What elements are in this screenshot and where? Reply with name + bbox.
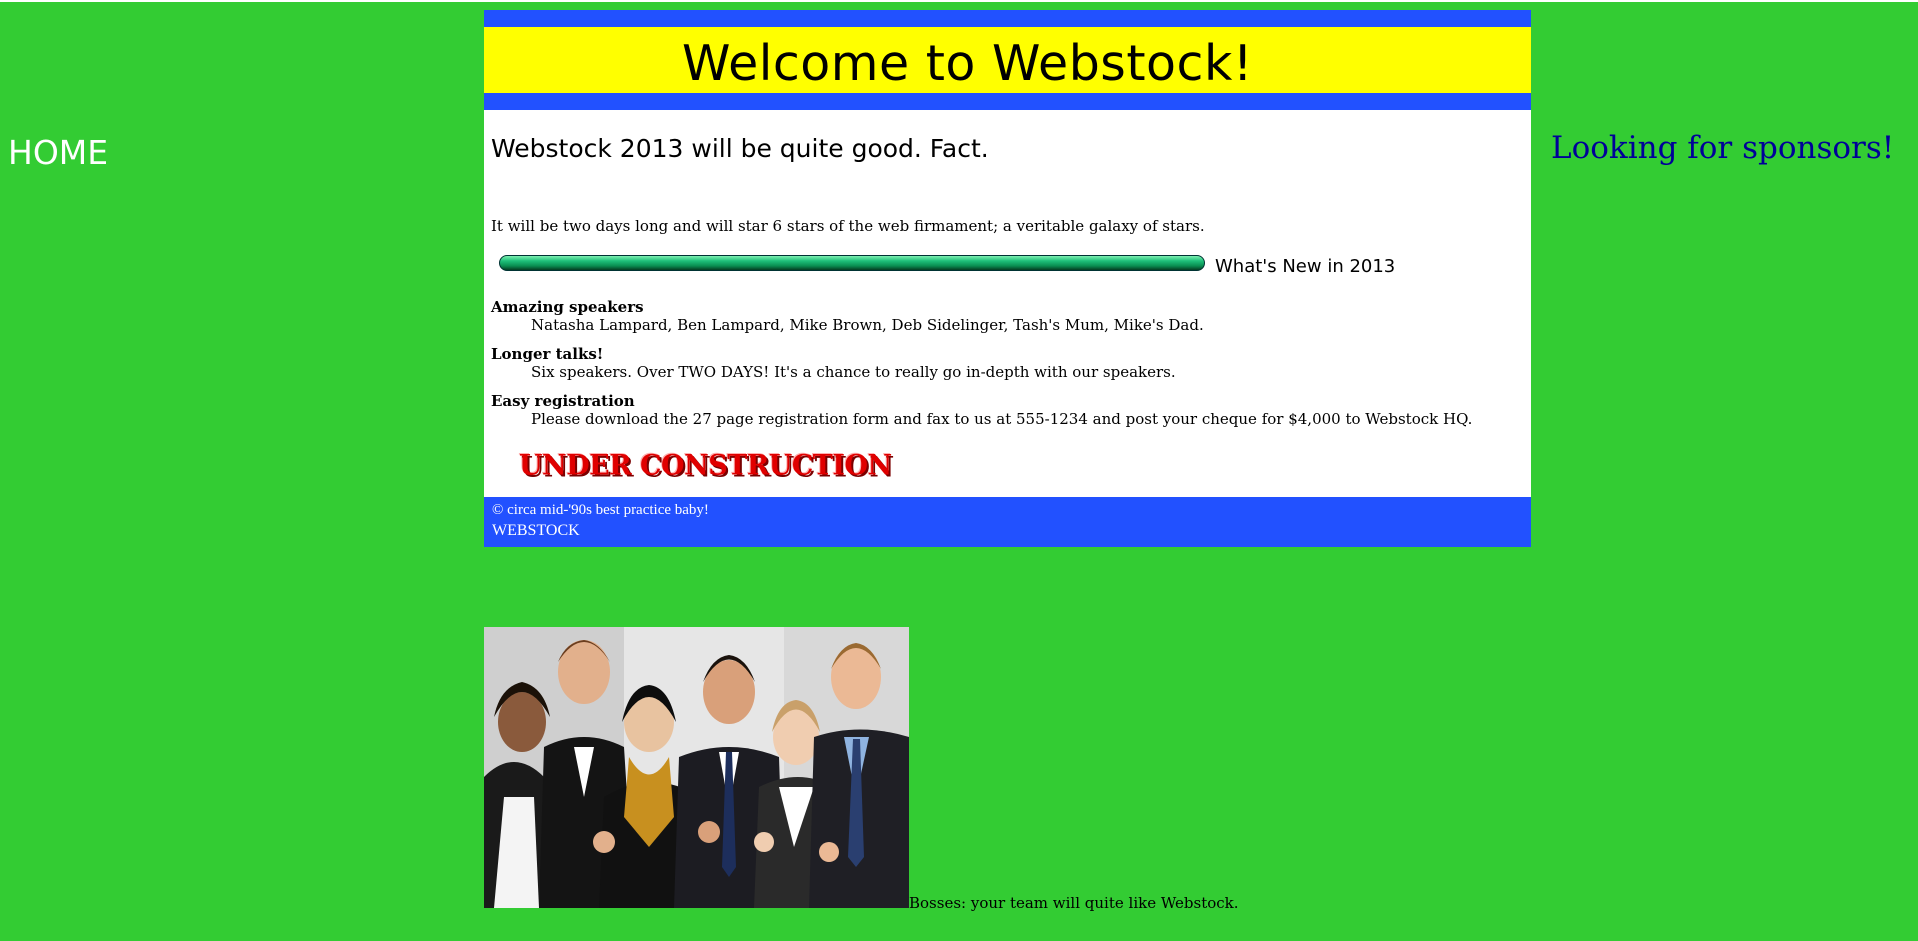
- nav-home-link[interactable]: HOME: [8, 133, 108, 172]
- feature-description: Please download the 27 page registration…: [531, 410, 1473, 428]
- footer: © circa mid-'90s best practice baby! WEB…: [484, 497, 1531, 547]
- feature-term: Amazing speakers: [491, 298, 644, 316]
- team-photo: [484, 627, 909, 908]
- header-band: Welcome to Webstock!: [484, 10, 1531, 110]
- footer-brand: WEBSTOCK: [492, 522, 580, 539]
- intro-paragraph: It will be two days long and will star 6…: [491, 217, 1205, 235]
- header-title-bar: Welcome to Webstock!: [484, 27, 1531, 93]
- photo-caption: Bosses: your team will quite like Websto…: [909, 894, 1239, 912]
- decorative-divider-bar: [499, 255, 1205, 271]
- whats-new-heading: What's New in 2013: [1215, 256, 1396, 277]
- sponsors-callout: Looking for sponsors!: [1551, 130, 1895, 166]
- feature-item: Longer talks! Six speakers. Over TWO DAY…: [491, 345, 1521, 392]
- under-construction-banner: UNDER CONSTRUCTION: [519, 449, 892, 482]
- footer-copyright: © circa mid-'90s best practice baby!: [492, 502, 709, 518]
- feature-description: Natasha Lampard, Ben Lampard, Mike Brown…: [531, 316, 1204, 334]
- page-title: Welcome to Webstock!: [682, 35, 1253, 92]
- feature-description: Six speakers. Over TWO DAYS! It's a chan…: [531, 363, 1176, 381]
- team-photo-illustration: [484, 627, 909, 908]
- lead-statement: Webstock 2013 will be quite good. Fact.: [491, 134, 989, 163]
- top-border: [0, 0, 1918, 2]
- feature-item: Amazing speakers Natasha Lampard, Ben La…: [491, 298, 1521, 345]
- features-list: Amazing speakers Natasha Lampard, Ben La…: [491, 298, 1521, 439]
- feature-item: Easy registration Please download the 27…: [491, 392, 1521, 439]
- feature-term: Easy registration: [491, 392, 635, 410]
- main-content-panel: Welcome to Webstock! Webstock 2013 will …: [484, 10, 1531, 547]
- feature-term: Longer talks!: [491, 345, 604, 363]
